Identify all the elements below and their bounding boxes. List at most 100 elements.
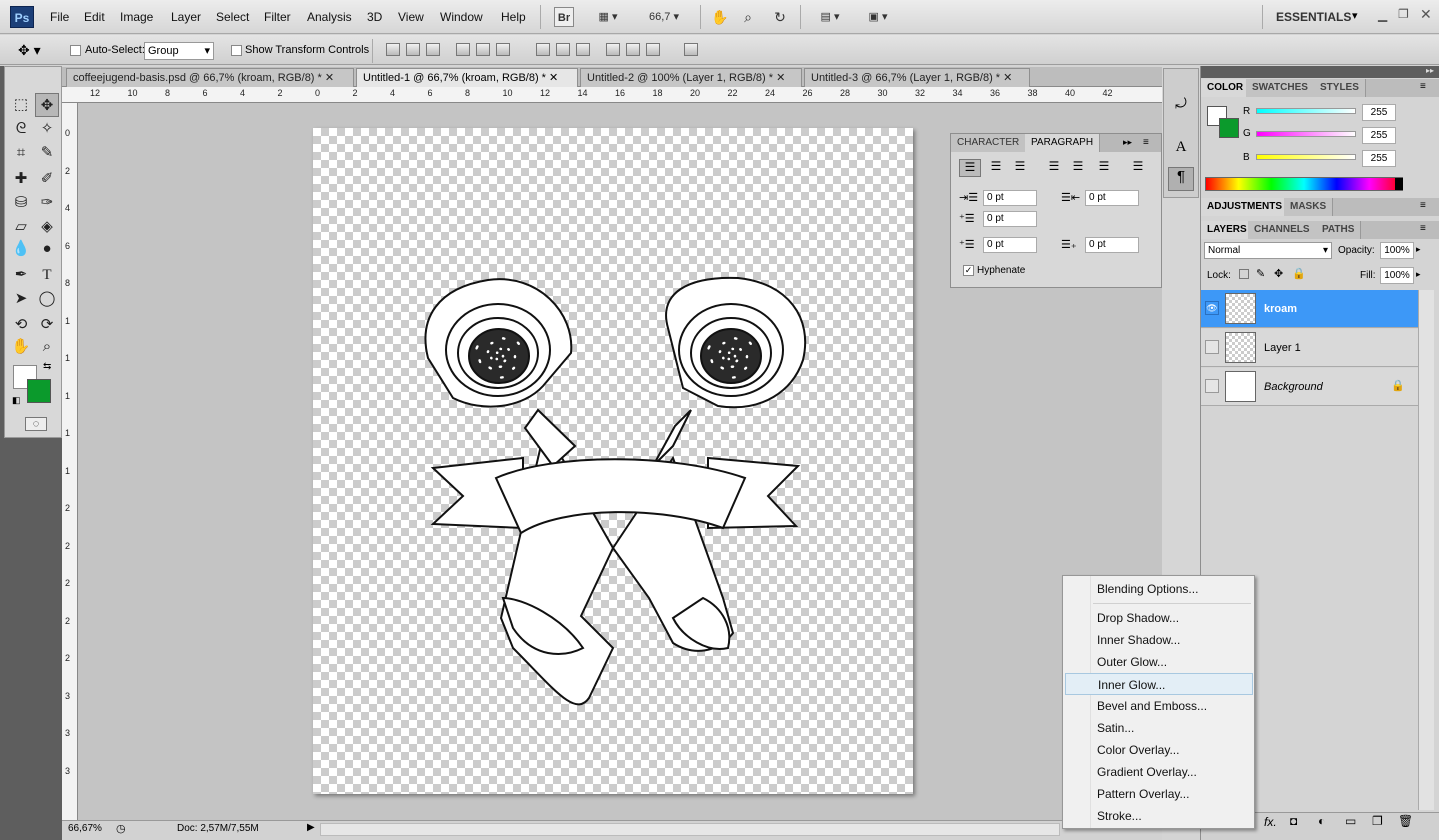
clone-stamp-tool-icon[interactable]: ⛁ [9, 191, 33, 215]
layer-row-kroam[interactable]: 👁 kroam [1201, 290, 1418, 328]
blue-slider[interactable] [1256, 154, 1356, 160]
close-icon[interactable]: ✕ [549, 72, 558, 84]
menu-select[interactable]: Select [216, 10, 249, 24]
auto-select-checkbox[interactable] [70, 45, 81, 56]
zoom-level-menu[interactable]: 66,7 ▾ [640, 7, 688, 27]
3d-orbit-tool-icon[interactable]: ⟳ [35, 313, 59, 337]
red-value-input[interactable]: 255 [1362, 104, 1396, 121]
space-after-input[interactable]: 0 pt [1085, 237, 1139, 253]
red-slider[interactable] [1256, 108, 1356, 114]
paragraph-panel-icon[interactable]: ¶ [1168, 167, 1194, 191]
indent-right-input[interactable]: 0 pt [1085, 190, 1139, 206]
fill-slider-arrow-icon[interactable]: ▸ [1416, 269, 1421, 280]
eraser-tool-icon[interactable]: ▱ [9, 215, 33, 239]
layer-name[interactable]: kroam [1264, 303, 1297, 315]
distribute-vertical-center-icon[interactable] [556, 43, 570, 56]
workspace-switcher[interactable]: ESSENTIALS [1276, 10, 1351, 24]
character-panel-icon[interactable]: A [1170, 139, 1192, 161]
brush-tool-icon[interactable]: ✐ [35, 167, 59, 191]
lock-image-icon[interactable]: ✎ [1256, 267, 1265, 280]
menu-image[interactable]: Image [120, 10, 153, 24]
align-center-text-icon[interactable]: ☰ [987, 159, 1005, 177]
menu-analysis[interactable]: Analysis [307, 10, 352, 24]
fx-icon[interactable]: fx. [1264, 815, 1277, 829]
dodge-tool-icon[interactable]: ● [35, 237, 59, 261]
close-icon[interactable]: ✕ [1003, 72, 1012, 84]
tab-layers[interactable]: LAYERS [1201, 221, 1254, 239]
color-background-swatch[interactable] [1219, 118, 1239, 138]
horizontal-scrollbar[interactable] [320, 823, 1060, 836]
align-left-icon[interactable] [456, 43, 470, 56]
align-horizontal-center-icon[interactable] [476, 43, 490, 56]
menu-bevel-emboss[interactable]: Bevel and Emboss... [1065, 695, 1253, 717]
menu-view[interactable]: View [398, 10, 424, 24]
pen-tool-icon[interactable]: ✒ [9, 263, 33, 287]
blend-mode-dropdown[interactable]: Normal ▾ [1204, 242, 1332, 259]
layer-name[interactable]: Background [1264, 381, 1323, 393]
tab-masks[interactable]: MASKS [1284, 198, 1334, 216]
healing-brush-tool-icon[interactable]: ✚ [9, 167, 33, 191]
add-mask-icon[interactable]: ◘ [1290, 814, 1297, 828]
distribute-left-icon[interactable] [606, 43, 620, 56]
move-tool-preset-icon[interactable]: ✥ ▾ [18, 40, 58, 60]
close-icon[interactable]: ✕ [325, 72, 334, 84]
3d-rotate-tool-icon[interactable]: ⟲ [9, 313, 33, 337]
menu-drop-shadow[interactable]: Drop Shadow... [1065, 607, 1253, 629]
menu-pattern-overlay[interactable]: Pattern Overlay... [1065, 783, 1253, 805]
eye-icon[interactable]: 👁 [1205, 301, 1219, 315]
justify-last-center-icon[interactable]: ☰ [1069, 159, 1087, 177]
tab-swatches[interactable]: SWATCHES [1246, 79, 1315, 97]
indent-left-input[interactable]: 0 pt [983, 190, 1037, 206]
rotate-view-icon[interactable]: ↻ [770, 7, 790, 27]
lock-transparency-icon[interactable] [1239, 269, 1249, 279]
auto-select-dropdown[interactable]: Group ▾ [144, 42, 214, 60]
menu-color-overlay[interactable]: Color Overlay... [1065, 739, 1253, 761]
opacity-input[interactable]: 100% [1380, 242, 1414, 259]
paint-bucket-tool-icon[interactable]: ◈ [35, 215, 59, 239]
space-before-input[interactable]: 0 pt [983, 237, 1037, 253]
visibility-toggle[interactable] [1205, 379, 1219, 393]
align-right-icon[interactable] [496, 43, 510, 56]
opacity-slider-arrow-icon[interactable]: ▸ [1416, 244, 1421, 255]
tab-styles[interactable]: STYLES [1314, 79, 1366, 97]
hyphenate-checkbox[interactable]: ✓ [963, 265, 974, 276]
distribute-right-icon[interactable] [646, 43, 660, 56]
chevron-down-icon[interactable]: ▾ [1352, 9, 1358, 22]
restore-icon[interactable]: ❐ [1398, 7, 1409, 21]
panel-menu-icon[interactable]: ≡ [1420, 200, 1426, 211]
panel-menu-icon[interactable]: ≡ [1143, 137, 1149, 148]
indent-first-line-input[interactable]: 0 pt [983, 211, 1037, 227]
align-bottom-icon[interactable] [426, 43, 440, 56]
distribute-top-icon[interactable] [536, 43, 550, 56]
hand-tool-icon[interactable]: ✋ [9, 335, 33, 359]
crop-tool-icon[interactable]: ⌗ [9, 141, 33, 165]
extras-menu-button[interactable]: ▦ ▾ [590, 7, 626, 27]
ellipse-tool-icon[interactable]: ◯ [35, 287, 59, 311]
menu-outer-glow[interactable]: Outer Glow... [1065, 651, 1253, 673]
status-icon[interactable]: ◷ [116, 822, 126, 835]
zoom-tool-icon[interactable]: ⌕ [35, 335, 59, 359]
auto-align-layers-icon[interactable] [684, 43, 698, 56]
menu-3d[interactable]: 3D [367, 10, 382, 24]
quick-mask-icon[interactable]: ◌ [25, 417, 47, 431]
justify-last-right-icon[interactable]: ☰ [1095, 159, 1113, 177]
status-zoom[interactable]: 66,67% [68, 823, 102, 834]
collapse-icon[interactable]: ▸▸ [1123, 137, 1132, 148]
lasso-tool-icon[interactable]: ᘓ [9, 117, 33, 141]
group-folder-icon[interactable]: ▭ [1345, 814, 1356, 828]
minimize-icon[interactable]: ▁ [1378, 8, 1387, 22]
tab-character[interactable]: CHARACTER [951, 134, 1027, 152]
lock-all-icon[interactable]: 🔒 [1292, 267, 1306, 280]
new-layer-icon[interactable]: ❐ [1372, 814, 1383, 828]
menu-window[interactable]: Window [440, 10, 483, 24]
green-slider[interactable] [1256, 131, 1356, 137]
layer-row-background[interactable]: Background 🔒 [1201, 368, 1418, 406]
default-colors-icon[interactable]: ◧ [12, 395, 21, 406]
blur-tool-icon[interactable]: 💧 [9, 237, 33, 261]
menu-filter[interactable]: Filter [264, 10, 291, 24]
align-right-text-icon[interactable]: ☰ [1011, 159, 1029, 177]
tab-channels[interactable]: CHANNELS [1248, 221, 1317, 239]
menu-inner-shadow[interactable]: Inner Shadow... [1065, 629, 1253, 651]
bridge-button[interactable]: Br [554, 7, 574, 27]
align-top-icon[interactable] [386, 43, 400, 56]
